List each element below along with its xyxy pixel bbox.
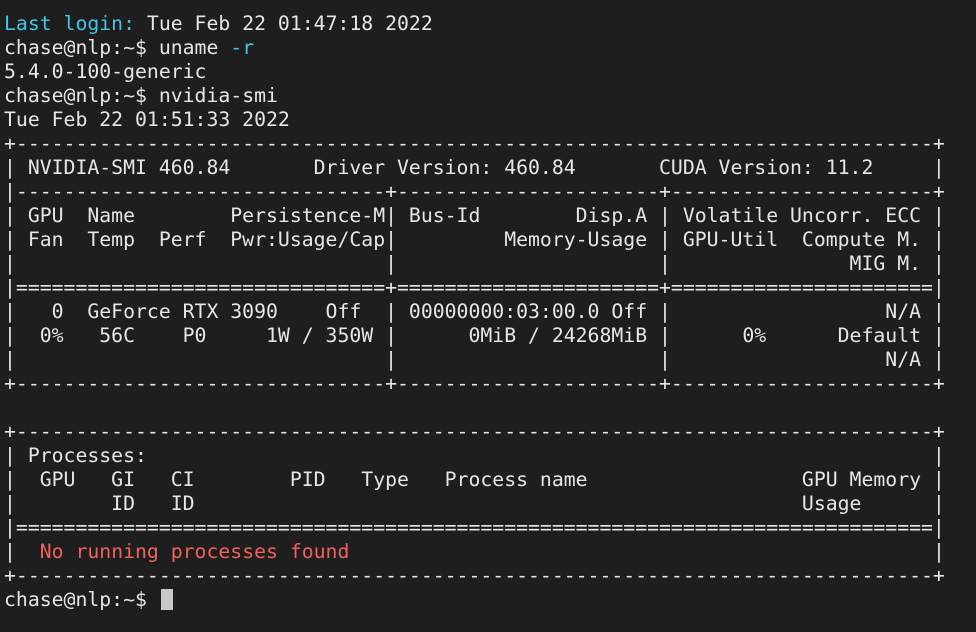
command-line-nvidia-smi: chase@nlp:~$ nvidia-smi bbox=[4, 84, 976, 108]
smi-output-line: | | | N/A | bbox=[4, 348, 945, 371]
terminal-window[interactable]: Last login: Tue Feb 22 01:47:18 2022 cha… bbox=[0, 0, 976, 632]
text-cursor[interactable] bbox=[160, 589, 173, 610]
smi-output-line: | 0 GeForce RTX 3090 Off | 00000000:03:0… bbox=[4, 300, 945, 323]
table-bottom-border: +---------------------------------------… bbox=[4, 564, 945, 587]
command-flag: -r bbox=[218, 36, 255, 59]
smi-output-line: |===============================+=======… bbox=[4, 276, 945, 299]
smi-output-line: |-------------------------------+-------… bbox=[4, 180, 945, 203]
smi-output-line: | Fan Temp Perf Pwr:Usage/Cap| Memory-Us… bbox=[4, 228, 945, 251]
command-text: nvidia-smi bbox=[158, 84, 278, 107]
smi-output-line: | | | MIG M. | bbox=[4, 252, 945, 275]
smi-output-line: |=======================================… bbox=[4, 516, 945, 539]
shell-prompt: chase@nlp:~$ bbox=[4, 588, 159, 611]
shell-prompt: chase@nlp:~$ bbox=[4, 84, 159, 107]
final-prompt-line[interactable]: chase@nlp:~$ bbox=[4, 588, 976, 612]
no-processes-message: No running processes found bbox=[39, 540, 350, 563]
smi-output-line: +---------------------------------------… bbox=[4, 132, 945, 155]
smi-output-line: +-------------------------------+-------… bbox=[4, 372, 945, 395]
smi-output-line bbox=[4, 396, 976, 420]
table-border: | bbox=[4, 540, 40, 563]
smi-output-line: | GPU GI CI PID Type Process name GPU Me… bbox=[4, 468, 945, 491]
last-login-value: Tue Feb 22 01:47:18 2022 bbox=[135, 12, 433, 35]
smi-output-line: | ID ID Usage | bbox=[4, 492, 945, 515]
last-login-label: Last login: bbox=[4, 12, 136, 35]
smi-timestamp: Tue Feb 22 01:51:33 2022 bbox=[4, 108, 290, 131]
smi-output-line: | GPU Name Persistence-M| Bus-Id Disp.A … bbox=[4, 204, 945, 227]
smi-output-line: | Processes: | bbox=[4, 444, 945, 467]
smi-output-line: +---------------------------------------… bbox=[4, 420, 945, 443]
no-processes-line: | No running processes found | bbox=[4, 540, 976, 564]
command-text: uname bbox=[158, 36, 219, 59]
smi-output-line: | NVIDIA-SMI 460.84 Driver Version: 460.… bbox=[4, 156, 945, 179]
table-border: | bbox=[349, 540, 945, 563]
smi-output-line: | 0% 56C P0 1W / 350W | 0MiB / 24268MiB … bbox=[4, 324, 945, 347]
last-login-line: Last login: Tue Feb 22 01:47:18 2022 bbox=[4, 12, 976, 36]
kernel-version-output: 5.4.0-100-generic bbox=[4, 60, 207, 83]
shell-prompt: chase@nlp:~$ bbox=[4, 36, 159, 59]
command-line-uname: chase@nlp:~$ uname -r bbox=[4, 36, 976, 60]
nvidia-smi-output: +---------------------------------------… bbox=[4, 132, 976, 540]
